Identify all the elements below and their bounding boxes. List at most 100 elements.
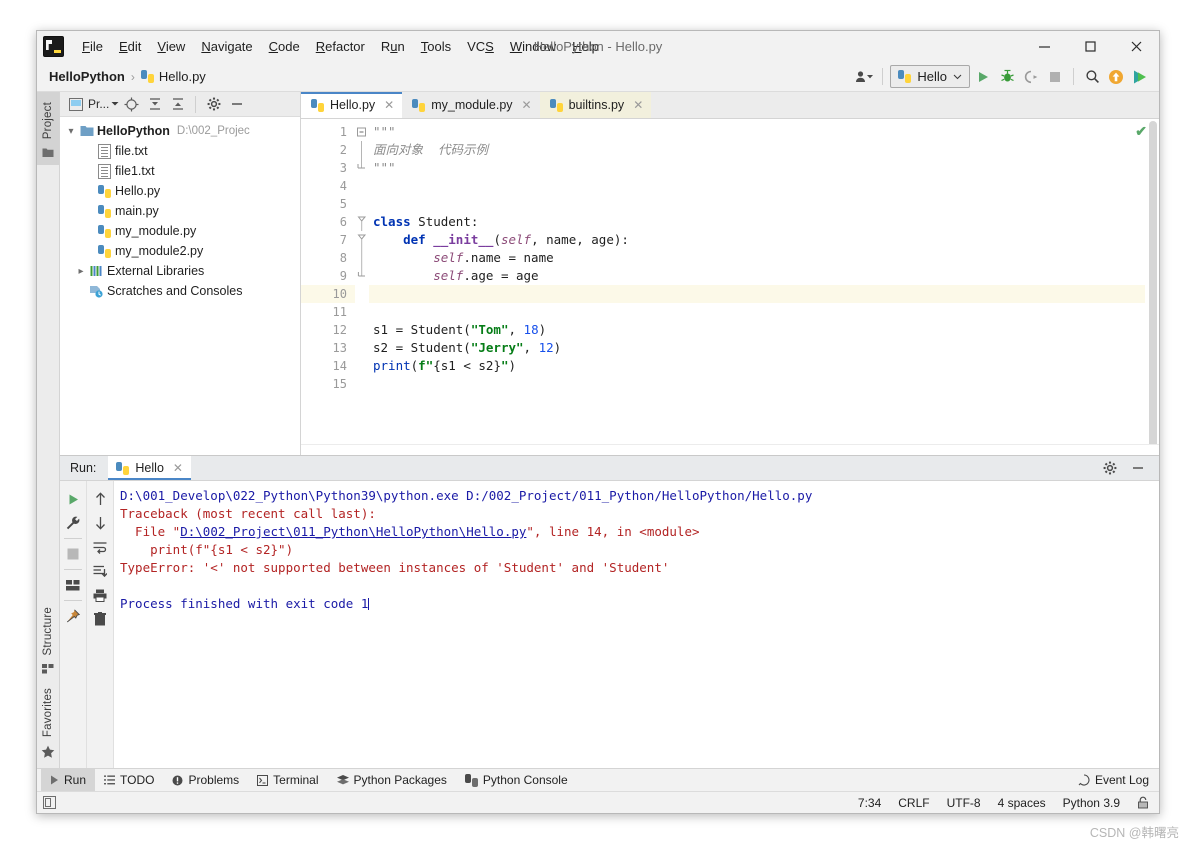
code-line-8: self.name = name — [433, 250, 554, 265]
layout-icon[interactable] — [62, 573, 84, 597]
menu-item-edit[interactable]: Edit — [111, 36, 149, 57]
tree-item-external-libraries[interactable]: ▸ External Libraries — [60, 261, 300, 281]
wrench-icon[interactable] — [62, 511, 84, 535]
scroll-to-end-icon[interactable] — [89, 559, 111, 583]
menu-item-vcs[interactable]: VCS — [459, 36, 502, 57]
settings-icon[interactable] — [203, 94, 224, 115]
console-output[interactable]: D:\001_Develop\022_Python\Python39\pytho… — [114, 481, 1159, 768]
file-encoding[interactable]: UTF-8 — [947, 796, 981, 810]
user-icon[interactable] — [853, 66, 875, 88]
tree-item-label: my_module.py — [115, 224, 197, 238]
collapse-all-icon[interactable] — [167, 94, 188, 115]
locate-icon[interactable] — [121, 94, 142, 115]
menu-item-navigate[interactable]: Navigate — [193, 36, 260, 57]
close-button[interactable] — [1113, 31, 1159, 62]
debug-button[interactable] — [996, 66, 1018, 88]
hide-icon[interactable] — [226, 94, 247, 115]
lock-icon[interactable] — [1137, 796, 1149, 809]
menu-item-code[interactable]: Code — [261, 36, 308, 57]
soft-wrap-icon[interactable] — [89, 535, 111, 559]
chevron-right-icon[interactable]: ▸ — [74, 266, 88, 277]
expand-all-icon[interactable] — [144, 94, 165, 115]
tree-item-hellopython[interactable]: ▾ HelloPython D:\002_Projec — [60, 121, 300, 141]
bottom-tool-terminal[interactable]: Terminal — [248, 769, 327, 791]
close-icon[interactable]: ✕ — [633, 98, 643, 112]
stop-button[interactable] — [62, 542, 84, 566]
chevron-down-icon[interactable]: ▾ — [64, 126, 78, 137]
search-icon[interactable] — [1081, 66, 1103, 88]
menu-item-refactor[interactable]: Refactor — [308, 36, 373, 57]
menu-item-view[interactable]: View — [149, 36, 193, 57]
close-icon[interactable]: ✕ — [173, 461, 183, 475]
tree-item-scratches-and-consoles[interactable]: Scratches and Consoles — [60, 281, 300, 301]
update-project-icon[interactable] — [1105, 66, 1127, 88]
print-icon[interactable] — [89, 583, 111, 607]
fold-marker-method[interactable] — [355, 231, 369, 249]
tree-item-my-module2-py[interactable]: my_module2.py — [60, 241, 300, 261]
breadcrumb-project[interactable]: HelloPython — [49, 69, 125, 84]
close-icon[interactable]: ✕ — [384, 98, 394, 112]
fold-marker-method-end[interactable] — [355, 267, 369, 285]
rail-button-project[interactable]: Project — [37, 92, 59, 166]
scroll-down-icon[interactable] — [89, 511, 111, 535]
coverage-button[interactable] — [1020, 66, 1042, 88]
breadcrumb-file[interactable]: Hello.py — [140, 69, 206, 84]
editor-tab-hello-py[interactable]: Hello.py ✕ — [301, 92, 403, 118]
fold-marker-docstring-start[interactable] — [355, 123, 369, 141]
pin-icon[interactable] — [62, 604, 84, 628]
tree-item-main-py[interactable]: main.py — [60, 201, 300, 221]
menu-item-file[interactable]: File — [74, 36, 111, 57]
hide-icon[interactable] — [1127, 457, 1149, 479]
bottom-tool-python-packages[interactable]: Python Packages — [328, 769, 456, 791]
editor-tab-builtins-py[interactable]: builtins.py ✕ — [539, 92, 652, 118]
rail-button-favorites[interactable]: Favorites — [41, 684, 55, 760]
project-view-icon[interactable] — [65, 94, 86, 115]
editor-vertical-scrollbar[interactable] — [1147, 119, 1159, 444]
run-button[interactable] — [972, 66, 994, 88]
python-interpreter[interactable]: Python 3.9 — [1063, 796, 1120, 810]
stop-button[interactable] — [1044, 66, 1066, 88]
editor-horizontal-scrollbar[interactable] — [301, 444, 1159, 455]
rail-button-structure[interactable]: Structure — [42, 603, 54, 675]
code-folding-gutter[interactable] — [355, 119, 369, 444]
maximize-button[interactable] — [1067, 31, 1113, 62]
fold-marker-docstring-end[interactable] — [355, 159, 369, 177]
bottom-tool-run[interactable]: Run — [41, 769, 96, 791]
close-icon[interactable]: ✕ — [522, 98, 532, 112]
bottom-tool-label: Python Packages — [353, 773, 447, 787]
editor-tab-my-module-py[interactable]: my_module.py ✕ — [402, 92, 539, 118]
rerun-button[interactable] — [62, 487, 84, 511]
menu-item-tools[interactable]: Tools — [413, 36, 459, 57]
terminal-icon — [257, 774, 269, 786]
minimize-button[interactable] — [1021, 31, 1067, 62]
run-configuration-selector[interactable]: Hello — [890, 65, 970, 88]
bottom-tool-python-console[interactable]: Python Console — [456, 769, 577, 791]
menu-item-help[interactable]: Help — [564, 36, 607, 57]
caret-position[interactable]: 7:34 — [858, 796, 881, 810]
show-tool-windows-icon[interactable] — [43, 796, 56, 809]
scroll-up-icon[interactable] — [89, 487, 111, 511]
console-file-link[interactable]: D:\002_Project\011_Python\HelloPython\He… — [180, 524, 526, 539]
ide-assistant-icon[interactable] — [1129, 66, 1151, 88]
line-number: 11 — [332, 305, 347, 319]
line-number: 5 — [339, 197, 347, 211]
event-log-button[interactable]: Event Log — [1078, 773, 1159, 787]
code-text[interactable]: """ 面向对象 代码示例 """ class Student: def __i… — [369, 119, 1145, 444]
tree-item-my-module-py[interactable]: my_module.py — [60, 221, 300, 241]
code-editor[interactable]: 1 2 3 4 5 6 7 8 9 10 11 12 13 14 15 """ … — [301, 119, 1159, 444]
project-panel-label[interactable]: Pr... — [88, 97, 119, 111]
indent-setting[interactable]: 4 spaces — [998, 796, 1046, 810]
fold-marker-class[interactable] — [355, 213, 369, 231]
run-tab-hello[interactable]: Hello ✕ — [108, 456, 191, 480]
tree-item-hello-py[interactable]: Hello.py — [60, 181, 300, 201]
settings-gear-icon[interactable] — [1099, 457, 1121, 479]
menu-item-run[interactable]: Run — [373, 36, 413, 57]
scrollbar-thumb[interactable] — [1149, 121, 1157, 444]
bottom-tool-problems[interactable]: Problems — [163, 769, 248, 791]
tree-item-file1-txt[interactable]: file1.txt — [60, 161, 300, 181]
clear-all-icon[interactable] — [89, 607, 111, 631]
line-separator[interactable]: CRLF — [898, 796, 929, 810]
menu-item-window[interactable]: Window — [502, 36, 564, 57]
tree-item-file-txt[interactable]: file.txt — [60, 141, 300, 161]
bottom-tool-todo[interactable]: TODO — [95, 769, 163, 791]
